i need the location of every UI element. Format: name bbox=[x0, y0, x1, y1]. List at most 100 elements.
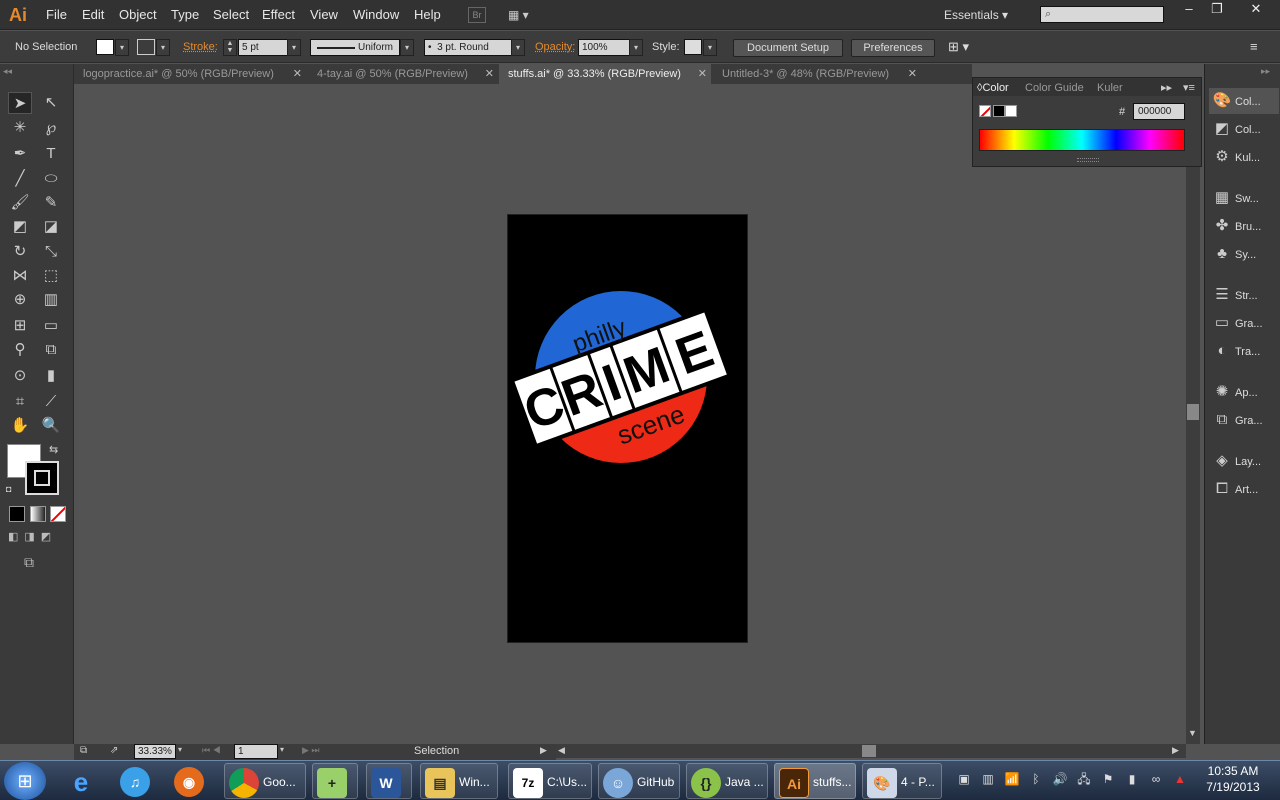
style-dropdown-icon[interactable]: ▾ bbox=[703, 39, 717, 56]
first-artboard-icon[interactable]: ⏮ ◀ bbox=[202, 745, 221, 756]
taskbar-illustrator[interactable]: Ai stuffs... bbox=[774, 763, 856, 799]
artboard[interactable]: C R I M E philly scene bbox=[507, 214, 748, 643]
taskbar-explorer[interactable]: ▤ Win... bbox=[420, 763, 498, 799]
tab-untitled-3[interactable]: Untitled-3* @ 48% (RGB/Preview) ✕ bbox=[713, 64, 921, 84]
stroke-weight-dropdown-icon[interactable]: ▾ bbox=[287, 39, 301, 56]
direct-selection-tool-icon[interactable]: ↖ bbox=[39, 92, 63, 114]
dock-item-swatches[interactable]: ▦ Sw... bbox=[1209, 185, 1279, 211]
close-button[interactable]: ✕ bbox=[1236, 0, 1276, 20]
zoom-dropdown-icon[interactable]: ▾ bbox=[178, 745, 182, 754]
screen-mode-icon[interactable]: ⧉ bbox=[24, 554, 34, 571]
dock-item-stroke[interactable]: ☰ Str... bbox=[1209, 282, 1279, 308]
vertical-scroll-thumb[interactable] bbox=[1187, 404, 1199, 420]
opacity-label[interactable]: Opacity: bbox=[535, 39, 575, 55]
share-icon[interactable]: ⇗ bbox=[110, 745, 118, 756]
dock-item-transparency[interactable]: ◐ Tra... bbox=[1209, 338, 1279, 364]
color-mode-icon[interactable] bbox=[9, 506, 25, 522]
hex-input[interactable]: 000000 bbox=[1133, 103, 1185, 120]
none-mode-icon[interactable] bbox=[50, 506, 66, 522]
dock-item-color-guide[interactable]: ◩ Col... bbox=[1209, 116, 1279, 142]
brush-dropdown-icon[interactable]: ▾ bbox=[511, 39, 525, 56]
tab-color[interactable]: ◊Color bbox=[977, 80, 1009, 96]
gradient-mode-icon[interactable] bbox=[30, 506, 46, 522]
document-setup-button[interactable]: Document Setup bbox=[733, 39, 843, 57]
menu-edit[interactable]: Edit bbox=[82, 0, 104, 30]
tray-icon[interactable]: ∞ bbox=[1148, 771, 1164, 787]
stroke-color-box[interactable] bbox=[25, 461, 59, 495]
lasso-tool-icon[interactable]: ℘ bbox=[39, 117, 63, 139]
shape-builder-tool-icon[interactable]: ⊕ bbox=[8, 289, 32, 311]
menu-effect[interactable]: Effect bbox=[262, 0, 295, 30]
artboard-dropdown-icon[interactable]: ▾ bbox=[280, 745, 284, 754]
tray-icon[interactable]: ⚑ bbox=[1100, 771, 1116, 787]
security-icon[interactable]: ▮ bbox=[1124, 771, 1140, 787]
arrange-documents-button[interactable]: ▦ ▾ bbox=[508, 7, 536, 23]
scroll-right-icon[interactable]: ▶ bbox=[1172, 745, 1179, 756]
ellipse-tool-icon[interactable]: ⬭ bbox=[39, 168, 63, 190]
menu-help[interactable]: Help bbox=[414, 0, 441, 30]
rotate-tool-icon[interactable]: ↻ bbox=[8, 241, 32, 263]
preferences-button[interactable]: Preferences bbox=[851, 39, 935, 57]
menu-type[interactable]: Type bbox=[171, 0, 199, 30]
style-swatch[interactable] bbox=[684, 39, 702, 55]
mesh-tool-icon[interactable]: ⊞ bbox=[8, 315, 32, 337]
stroke-label[interactable]: Stroke: bbox=[183, 39, 218, 55]
artboard-tool-icon[interactable]: ⌗ bbox=[8, 391, 32, 413]
menu-object[interactable]: Object bbox=[119, 0, 157, 30]
menu-window[interactable]: Window bbox=[353, 0, 399, 30]
column-graph-tool-icon[interactable]: ▮ bbox=[39, 365, 63, 387]
variable-width-profile[interactable]: Uniform bbox=[310, 39, 400, 56]
none-color-icon[interactable] bbox=[979, 105, 991, 117]
status-menu-icon[interactable]: ▶ bbox=[540, 745, 547, 756]
pen-tool-icon[interactable]: ✒ bbox=[8, 143, 32, 165]
black-color-icon[interactable] bbox=[993, 105, 1005, 117]
system-clock[interactable]: 10:35 AM 7/19/2013 bbox=[1196, 763, 1270, 795]
last-artboard-icon[interactable]: ▶ ⏭ bbox=[302, 745, 320, 756]
tab-color-guide[interactable]: Color Guide bbox=[1025, 80, 1084, 96]
selection-tool-icon[interactable]: ➤ bbox=[8, 92, 32, 114]
bluetooth-icon[interactable]: ᛒ bbox=[1028, 771, 1044, 787]
tab-logopractice[interactable]: logopractice.ai* @ 50% (RGB/Preview) ✕ bbox=[74, 64, 306, 84]
scroll-left-icon[interactable]: ◀ bbox=[558, 745, 565, 756]
panel-menu-icon[interactable]: ▾≡ bbox=[1183, 80, 1195, 96]
brush-definition[interactable]: • 3 pt. Round bbox=[424, 39, 512, 56]
align-options-icon[interactable]: ⊞ ▾ bbox=[948, 39, 969, 55]
perspective-grid-tool-icon[interactable]: ▥ bbox=[39, 289, 63, 311]
close-tab-icon[interactable]: ✕ bbox=[485, 64, 494, 84]
dock-item-brushes[interactable]: ✤ Bru... bbox=[1209, 213, 1279, 239]
restore-button[interactable]: ❐ bbox=[1200, 0, 1234, 20]
blob-brush-tool-icon[interactable]: ◩ bbox=[8, 216, 32, 238]
eyedropper-tool-icon[interactable]: ⚲ bbox=[8, 339, 32, 361]
network-icon[interactable]: 🖧 bbox=[1076, 771, 1092, 787]
dock-item-gradient[interactable]: ▭ Gra... bbox=[1209, 310, 1279, 336]
zoom-field[interactable]: 33.33% bbox=[134, 744, 176, 759]
resize-grip-icon[interactable] bbox=[1077, 158, 1099, 162]
magic-wand-tool-icon[interactable]: ✳ bbox=[8, 117, 32, 139]
gpu-preview-icon[interactable]: ⧉ bbox=[80, 745, 87, 756]
bridge-button[interactable]: Br bbox=[468, 7, 486, 23]
blend-tool-icon[interactable]: ⧉ bbox=[39, 339, 63, 361]
artboard-number-field[interactable]: 1 bbox=[234, 744, 278, 759]
fill-swatch[interactable] bbox=[96, 39, 114, 55]
menu-view[interactable]: View bbox=[310, 0, 338, 30]
vertical-scrollbar[interactable]: ▼ bbox=[1186, 84, 1200, 744]
scroll-down-icon[interactable]: ▼ bbox=[1188, 728, 1197, 738]
taskbar-7zip[interactable]: 7z C:\Us... bbox=[508, 763, 592, 799]
slice-tool-icon[interactable]: ⟋ bbox=[39, 391, 63, 413]
taskbar-github[interactable]: ☺ GitHub bbox=[598, 763, 680, 799]
taskbar-notepad-plus[interactable]: + bbox=[312, 763, 358, 799]
taskbar-word[interactable]: W bbox=[366, 763, 412, 799]
symbol-sprayer-tool-icon[interactable]: ⊙ bbox=[8, 365, 32, 387]
stroke-stepper[interactable]: ▲ ▼ bbox=[223, 39, 237, 56]
menu-file[interactable]: File bbox=[46, 0, 67, 30]
collapse-toolbar-icon[interactable]: ◂◂ bbox=[3, 66, 12, 77]
color-spectrum[interactable] bbox=[979, 129, 1185, 151]
stroke-weight-field[interactable]: 5 pt bbox=[238, 39, 288, 56]
profile-dropdown-icon[interactable]: ▾ bbox=[400, 39, 414, 56]
paintbrush-tool-icon[interactable]: 🖌 bbox=[8, 192, 32, 214]
fill-dropdown-icon[interactable]: ▾ bbox=[115, 39, 129, 56]
horizontal-scroll-thumb[interactable] bbox=[862, 745, 876, 757]
tab-4-tay[interactable]: 4-tay.ai @ 50% (RGB/Preview) ✕ bbox=[308, 64, 498, 84]
tray-icon[interactable]: ▥ bbox=[980, 771, 996, 787]
hand-tool-icon[interactable]: ✋ bbox=[8, 415, 32, 437]
